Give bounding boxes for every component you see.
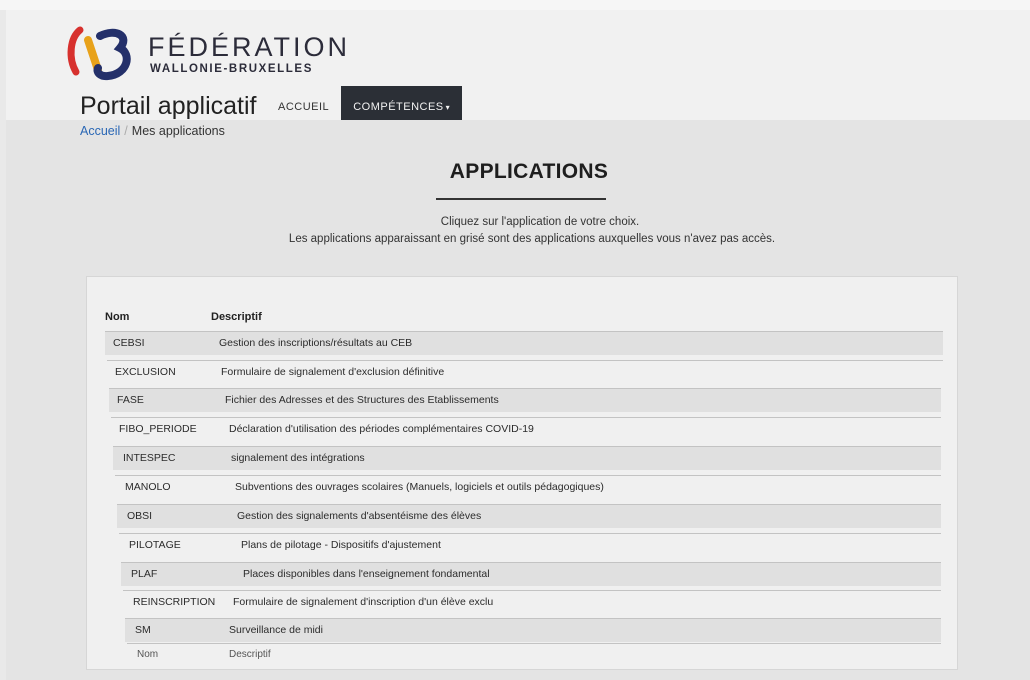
breadcrumb-current: Mes applications (131, 124, 225, 138)
app-description: Formulaire de signalement d'inscription … (233, 596, 494, 608)
page-title: APPLICATIONS (449, 160, 609, 183)
site-header: FÉDÉRATION WALLONIE-BRUXELLES Portail ap… (6, 10, 1030, 128)
title-underline (436, 198, 606, 200)
app-name: SM (135, 624, 151, 636)
brand-title: FÉDÉRATION (148, 32, 351, 62)
caret-down-icon: ▾ (445, 103, 451, 112)
app-name: CEBSI (113, 337, 145, 349)
app-name: FASE (117, 394, 144, 406)
app-description: Plans de pilotage - Dispositifs d'ajuste… (241, 539, 441, 551)
table-row[interactable]: INTESPEC signalement des intégrations (113, 446, 941, 470)
table-row[interactable]: PLAF Places disponibles dans l'enseignem… (121, 562, 941, 586)
nav-competences-label: COMPÉTENCES (353, 101, 444, 113)
app-description: signalement des intégrations (231, 452, 365, 464)
table-row[interactable]: CEBSI Gestion des inscriptions/résultats… (105, 331, 943, 355)
table-header: Nom Descriptif (105, 311, 937, 329)
app-description: Fichier des Adresses et des Structures d… (225, 394, 499, 406)
intro-line-1: Cliquez sur l'application de votre choix… (440, 216, 640, 228)
app-name: INTESPEC (123, 452, 176, 464)
brand-subtitle: WALLONIE-BRUXELLES (150, 63, 313, 75)
table-row[interactable]: REINSCRIPTION Formulaire de signalement … (123, 590, 941, 614)
table-row[interactable]: PILOTAGE Plans de pilotage - Dispositifs… (119, 533, 941, 557)
table-row[interactable]: SM Surveillance de midi (125, 618, 941, 642)
app-description: Gestion des inscriptions/résultats au CE… (219, 337, 413, 349)
app-name: OBSI (127, 510, 153, 522)
table-row[interactable]: MANOLO Subventions des ouvrages scolaire… (115, 475, 941, 499)
app-name: FIBO_PERIODE (119, 423, 197, 435)
app-name: REINSCRIPTION (133, 596, 216, 608)
window-top-edge (0, 0, 1030, 10)
header-nom: Nom (105, 311, 130, 323)
table-row[interactable]: EXCLUSION Formulaire de signalement d'ex… (107, 360, 943, 384)
app-name: MANOLO (125, 481, 171, 493)
table-footer: Nom Descriptif (127, 643, 941, 666)
app-description: Formulaire de signalement d'exclusion dé… (221, 366, 445, 378)
app-name: EXCLUSION (115, 366, 176, 378)
footer-nom: Nom (137, 649, 159, 660)
app-name: PILOTAGE (129, 539, 181, 551)
breadcrumb-separator: / (124, 124, 128, 138)
footer-descriptif: Descriptif (229, 649, 271, 660)
breadcrumb-home-link[interactable]: Accueil (80, 124, 120, 138)
app-name: PLAF (131, 568, 158, 580)
app-description: Déclaration d'utilisation des périodes c… (229, 423, 534, 435)
app-description: Surveillance de midi (229, 624, 323, 636)
intro-line-2: Les applications apparaissant en grisé s… (288, 233, 776, 245)
breadcrumb: Accueil / Mes applications (80, 124, 225, 138)
table-row[interactable]: FIBO_PERIODE Déclaration d'utilisation d… (111, 417, 941, 441)
federation-logo-icon (67, 26, 131, 81)
app-description: Places disponibles dans l'enseignement f… (243, 568, 490, 580)
table-row[interactable]: OBSI Gestion des signalements d'absentéi… (117, 504, 941, 528)
app-description: Subventions des ouvrages scolaires (Manu… (235, 481, 604, 493)
header-descriptif: Descriptif (211, 311, 262, 323)
app-description: Gestion des signalements d'absentéisme d… (237, 510, 482, 522)
portal-title: Portail applicatif (80, 92, 257, 120)
table-row[interactable]: FASE Fichier des Adresses et des Structu… (109, 388, 941, 412)
main-content: Accueil / Mes applications APPLICATIONS Cl… (6, 120, 1030, 680)
applications-table: Nom Descriptif CEBSI Gestion des inscrip… (86, 276, 958, 670)
